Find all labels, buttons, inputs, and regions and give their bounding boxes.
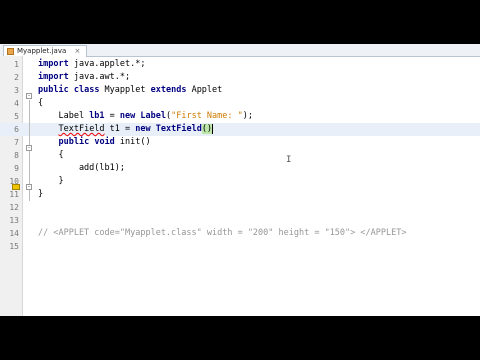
code-token: { bbox=[38, 150, 64, 160]
code-text[interactable]: } bbox=[38, 188, 43, 201]
code-token: add(lb1); bbox=[38, 163, 125, 173]
code-text[interactable]: { bbox=[38, 97, 43, 110]
code-token: Myapplet bbox=[99, 85, 151, 95]
code-line[interactable]: 1 import java.applet.*; bbox=[0, 58, 480, 71]
code-line[interactable]: 4{ bbox=[0, 97, 480, 110]
matched-bracket-token: () bbox=[201, 124, 213, 134]
code-line[interactable]: 5 Label lb1 = new Label("First Name: "); bbox=[0, 110, 480, 123]
code-line[interactable]: 10 } bbox=[0, 175, 480, 188]
line-number: 15 bbox=[9, 242, 19, 251]
fold-toggle-icon[interactable]: - bbox=[26, 184, 32, 190]
keyword-token: new bbox=[135, 124, 151, 134]
line-number: 5 bbox=[14, 112, 19, 121]
line-number: 7 bbox=[14, 138, 19, 147]
keyword-token: class bbox=[73, 85, 100, 95]
code-line[interactable]: 9 add(lb1); bbox=[0, 162, 480, 175]
tab-filename: Myapplet.java bbox=[17, 47, 67, 55]
code-token: java.awt.*; bbox=[68, 72, 131, 82]
keyword-token: new bbox=[119, 111, 136, 121]
line-number: 8 bbox=[14, 151, 19, 160]
code-token: ); bbox=[242, 111, 254, 121]
code-token: java.applet.*; bbox=[68, 59, 146, 69]
code-text[interactable]: import java.awt.*; bbox=[38, 71, 130, 84]
code-text[interactable]: public class Myapplet extends Applet bbox=[38, 84, 222, 97]
line-number: 3 bbox=[14, 86, 19, 95]
code-line[interactable]: 14 // <APPLET code="Myapplet.class" width… bbox=[0, 227, 480, 240]
keyword-token: public bbox=[58, 137, 90, 147]
code-text[interactable]: import java.applet.*; bbox=[38, 58, 145, 71]
keyword-token: Label bbox=[140, 111, 166, 121]
code-token: t1 = bbox=[104, 124, 136, 134]
line-number: 12 bbox=[9, 203, 19, 212]
code-text[interactable]: // <APPLET code="Myapplet.class" width =… bbox=[38, 227, 406, 240]
code-line[interactable]: 3 public class Myapplet extends Applet bbox=[0, 84, 480, 97]
code-token: } bbox=[38, 176, 64, 186]
line-number: 1 bbox=[14, 60, 19, 69]
code-text[interactable]: Label lb1 = new Label("First Name: "); bbox=[38, 110, 253, 123]
fold-toggle-icon[interactable]: - bbox=[26, 145, 32, 151]
code-line[interactable]: 6 TextField t1 = new TextField() bbox=[0, 123, 480, 136]
code-line[interactable]: 7 public void init() bbox=[0, 136, 480, 149]
code-line[interactable]: 8 { bbox=[0, 149, 480, 162]
editor-tab-bar: Myapplet.java × bbox=[0, 44, 480, 57]
comment-token: // <APPLET code="Myapplet.class" width =… bbox=[38, 228, 407, 238]
keyword-token: public bbox=[38, 85, 69, 95]
code-text[interactable]: } bbox=[38, 175, 64, 188]
keyword-token: extends bbox=[150, 85, 187, 95]
keyword-token: import bbox=[38, 72, 69, 82]
error-token: TextField bbox=[58, 124, 105, 134]
code-text[interactable]: { bbox=[38, 149, 64, 162]
warning-marker-icon[interactable] bbox=[12, 184, 20, 190]
java-file-icon bbox=[7, 48, 14, 55]
close-tab-icon[interactable]: × bbox=[74, 47, 80, 55]
code-line[interactable]: 13 bbox=[0, 214, 480, 227]
code-token: { bbox=[38, 98, 44, 108]
keyword-token: void bbox=[94, 137, 115, 147]
line-number: 2 bbox=[14, 73, 19, 82]
code-token: } bbox=[38, 189, 44, 199]
line-number: 4 bbox=[14, 99, 19, 108]
code-text[interactable]: public void init() bbox=[38, 136, 151, 149]
code-token: Applet bbox=[186, 85, 223, 95]
code-line[interactable]: 11} bbox=[0, 188, 480, 201]
keyword-token: lb1 bbox=[89, 111, 105, 121]
code-token: = bbox=[104, 111, 120, 121]
code-line[interactable]: 12 bbox=[0, 201, 480, 214]
code-token: Label bbox=[38, 111, 90, 121]
keyword-token: import bbox=[38, 59, 69, 69]
text-cursor-icon: I bbox=[286, 155, 292, 165]
line-number: 14 bbox=[9, 229, 19, 238]
code-line[interactable]: 15 bbox=[0, 240, 480, 253]
string-token: "First Name: " bbox=[171, 111, 243, 121]
line-number: 13 bbox=[9, 216, 19, 225]
code-line[interactable]: 2 import java.awt.*; bbox=[0, 71, 480, 84]
code-editor[interactable]: Myapplet.java × 1 import java.applet.*; 2 i… bbox=[0, 44, 480, 316]
caret bbox=[212, 123, 214, 134]
watermark-text: www.geekyshows.com bbox=[320, 288, 467, 303]
code-token: init() bbox=[114, 137, 151, 147]
code-text[interactable]: add(lb1); bbox=[38, 162, 125, 175]
code-text[interactable]: TextField t1 = new TextField() bbox=[38, 123, 214, 136]
line-number: 9 bbox=[14, 164, 19, 173]
fold-toggle-icon[interactable]: - bbox=[26, 93, 32, 99]
keyword-token: TextField bbox=[155, 124, 202, 134]
line-number: 6 bbox=[14, 125, 19, 134]
